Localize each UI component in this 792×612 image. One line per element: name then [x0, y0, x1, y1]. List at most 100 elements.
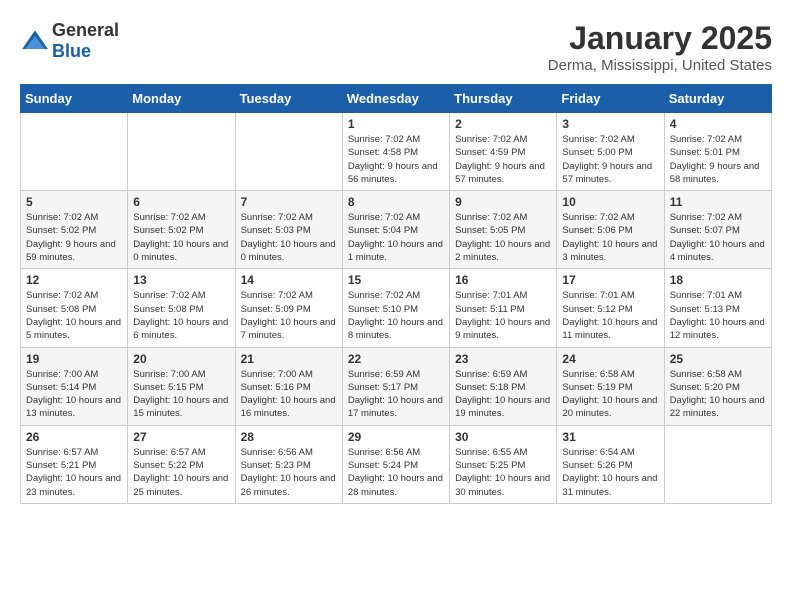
day-number: 21 — [241, 352, 337, 366]
day-number: 24 — [562, 352, 658, 366]
day-number: 28 — [241, 430, 337, 444]
calendar-title: January 2025 — [548, 20, 772, 57]
day-info: Sunrise: 7:02 AM Sunset: 5:02 PM Dayligh… — [133, 211, 229, 264]
day-info: Sunrise: 7:02 AM Sunset: 5:08 PM Dayligh… — [133, 289, 229, 342]
day-number: 4 — [670, 117, 766, 131]
calendar-cell: 24 Sunrise: 6:58 AM Sunset: 5:19 PM Dayli… — [557, 347, 664, 425]
day-info: Sunrise: 7:02 AM Sunset: 5:10 PM Dayligh… — [348, 289, 444, 342]
day-info: Sunrise: 7:02 AM Sunset: 5:06 PM Dayligh… — [562, 211, 658, 264]
day-number: 10 — [562, 195, 658, 209]
calendar-cell: 23 Sunrise: 6:59 AM Sunset: 5:18 PM Dayli… — [450, 347, 557, 425]
weekday-header-wednesday: Wednesday — [342, 85, 449, 113]
day-number: 12 — [26, 273, 122, 287]
weekday-header-thursday: Thursday — [450, 85, 557, 113]
weekday-header-row: SundayMondayTuesdayWednesdayThursdayFrid… — [21, 85, 772, 113]
day-number: 6 — [133, 195, 229, 209]
day-info: Sunrise: 7:00 AM Sunset: 5:14 PM Dayligh… — [26, 368, 122, 421]
day-info: Sunrise: 6:59 AM Sunset: 5:18 PM Dayligh… — [455, 368, 551, 421]
day-info: Sunrise: 7:00 AM Sunset: 5:15 PM Dayligh… — [133, 368, 229, 421]
calendar-cell: 28 Sunrise: 6:56 AM Sunset: 5:23 PM Dayli… — [235, 425, 342, 503]
day-number: 27 — [133, 430, 229, 444]
day-number: 31 — [562, 430, 658, 444]
calendar-cell: 31Sunrise: 6:54 AM Sunset: 5:26 PM Dayli… — [557, 425, 664, 503]
calendar-cell: 8 Sunrise: 7:02 AM Sunset: 5:04 PM Daylig… — [342, 191, 449, 269]
day-number: 9 — [455, 195, 551, 209]
day-info: Sunrise: 6:56 AM Sunset: 5:23 PM Dayligh… — [241, 446, 337, 499]
day-info: Sunrise: 7:02 AM Sunset: 4:59 PM Dayligh… — [455, 133, 551, 186]
day-info: Sunrise: 6:57 AM Sunset: 5:22 PM Dayligh… — [133, 446, 229, 499]
weekday-header-saturday: Saturday — [664, 85, 771, 113]
weekday-header-monday: Monday — [128, 85, 235, 113]
day-number: 11 — [670, 195, 766, 209]
calendar-cell: 5 Sunrise: 7:02 AM Sunset: 5:02 PM Daylig… — [21, 191, 128, 269]
page-header: General Blue January 2025 Derma, Mississ… — [20, 20, 772, 74]
calendar-cell: 19 Sunrise: 7:00 AM Sunset: 5:14 PM Dayli… — [21, 347, 128, 425]
logo-general: General — [52, 20, 119, 40]
day-info: Sunrise: 7:02 AM Sunset: 5:09 PM Dayligh… — [241, 289, 337, 342]
calendar-cell: 16Sunrise: 7:01 AM Sunset: 5:11 PM Dayli… — [450, 269, 557, 347]
day-number: 23 — [455, 352, 551, 366]
calendar-table: SundayMondayTuesdayWednesdayThursdayFrid… — [20, 84, 772, 504]
calendar-cell — [235, 113, 342, 191]
calendar-cell: 15 Sunrise: 7:02 AM Sunset: 5:10 PM Dayli… — [342, 269, 449, 347]
day-info: Sunrise: 7:02 AM Sunset: 5:08 PM Dayligh… — [26, 289, 122, 342]
day-info: Sunrise: 7:02 AM Sunset: 5:03 PM Dayligh… — [241, 211, 337, 264]
calendar-cell: 3 Sunrise: 7:02 AM Sunset: 5:00 PM Daylig… — [557, 113, 664, 191]
day-number: 5 — [26, 195, 122, 209]
logo-icon — [20, 29, 50, 54]
day-number: 29 — [348, 430, 444, 444]
weekday-header-friday: Friday — [557, 85, 664, 113]
week-row-2: 5 Sunrise: 7:02 AM Sunset: 5:02 PM Daylig… — [21, 191, 772, 269]
calendar-cell: 22Sunrise: 6:59 AM Sunset: 5:17 PM Dayli… — [342, 347, 449, 425]
calendar-cell — [21, 113, 128, 191]
day-info: Sunrise: 7:02 AM Sunset: 5:05 PM Dayligh… — [455, 211, 551, 264]
day-info: Sunrise: 7:01 AM Sunset: 5:12 PM Dayligh… — [562, 289, 658, 342]
calendar-cell: 7 Sunrise: 7:02 AM Sunset: 5:03 PM Daylig… — [235, 191, 342, 269]
day-info: Sunrise: 7:01 AM Sunset: 5:11 PM Dayligh… — [455, 289, 551, 342]
calendar-cell: 6 Sunrise: 7:02 AM Sunset: 5:02 PM Daylig… — [128, 191, 235, 269]
day-number: 8 — [348, 195, 444, 209]
week-row-5: 26Sunrise: 6:57 AM Sunset: 5:21 PM Dayli… — [21, 425, 772, 503]
day-number: 3 — [562, 117, 658, 131]
calendar-cell: 4 Sunrise: 7:02 AM Sunset: 5:01 PM Daylig… — [664, 113, 771, 191]
day-info: Sunrise: 6:58 AM Sunset: 5:20 PM Dayligh… — [670, 368, 766, 421]
day-number: 14 — [241, 273, 337, 287]
weekday-header-tuesday: Tuesday — [235, 85, 342, 113]
day-number: 18 — [670, 273, 766, 287]
day-number: 17 — [562, 273, 658, 287]
calendar-cell — [664, 425, 771, 503]
calendar-cell: 18Sunrise: 7:01 AM Sunset: 5:13 PM Dayli… — [664, 269, 771, 347]
day-info: Sunrise: 7:02 AM Sunset: 4:58 PM Dayligh… — [348, 133, 444, 186]
calendar-cell: 17 Sunrise: 7:01 AM Sunset: 5:12 PM Dayli… — [557, 269, 664, 347]
calendar-cell: 13Sunrise: 7:02 AM Sunset: 5:08 PM Dayli… — [128, 269, 235, 347]
week-row-4: 19 Sunrise: 7:00 AM Sunset: 5:14 PM Dayli… — [21, 347, 772, 425]
day-info: Sunrise: 6:59 AM Sunset: 5:17 PM Dayligh… — [348, 368, 444, 421]
calendar-cell: 25 Sunrise: 6:58 AM Sunset: 5:20 PM Dayli… — [664, 347, 771, 425]
day-info: Sunrise: 6:56 AM Sunset: 5:24 PM Dayligh… — [348, 446, 444, 499]
calendar-cell: 12 Sunrise: 7:02 AM Sunset: 5:08 PM Dayli… — [21, 269, 128, 347]
day-number: 25 — [670, 352, 766, 366]
day-number: 20 — [133, 352, 229, 366]
week-row-1: 1 Sunrise: 7:02 AM Sunset: 4:58 PM Daylig… — [21, 113, 772, 191]
calendar-cell — [128, 113, 235, 191]
calendar-cell: 27 Sunrise: 6:57 AM Sunset: 5:22 PM Dayli… — [128, 425, 235, 503]
calendar-cell: 1 Sunrise: 7:02 AM Sunset: 4:58 PM Daylig… — [342, 113, 449, 191]
logo-blue: Blue — [52, 41, 91, 61]
day-info: Sunrise: 7:00 AM Sunset: 5:16 PM Dayligh… — [241, 368, 337, 421]
day-info: Sunrise: 6:58 AM Sunset: 5:19 PM Dayligh… — [562, 368, 658, 421]
calendar-cell: 10 Sunrise: 7:02 AM Sunset: 5:06 PM Dayli… — [557, 191, 664, 269]
day-info: Sunrise: 7:02 AM Sunset: 5:07 PM Dayligh… — [670, 211, 766, 264]
day-number: 15 — [348, 273, 444, 287]
day-info: Sunrise: 7:02 AM Sunset: 5:00 PM Dayligh… — [562, 133, 658, 186]
day-number: 7 — [241, 195, 337, 209]
day-info: Sunrise: 7:02 AM Sunset: 5:04 PM Dayligh… — [348, 211, 444, 264]
day-number: 2 — [455, 117, 551, 131]
day-number: 1 — [348, 117, 444, 131]
weekday-header-sunday: Sunday — [21, 85, 128, 113]
day-number: 19 — [26, 352, 122, 366]
calendar-cell: 30Sunrise: 6:55 AM Sunset: 5:25 PM Dayli… — [450, 425, 557, 503]
day-number: 26 — [26, 430, 122, 444]
day-info: Sunrise: 7:02 AM Sunset: 5:01 PM Dayligh… — [670, 133, 766, 186]
day-info: Sunrise: 7:02 AM Sunset: 5:02 PM Dayligh… — [26, 211, 122, 264]
calendar-cell: 9 Sunrise: 7:02 AM Sunset: 5:05 PM Daylig… — [450, 191, 557, 269]
